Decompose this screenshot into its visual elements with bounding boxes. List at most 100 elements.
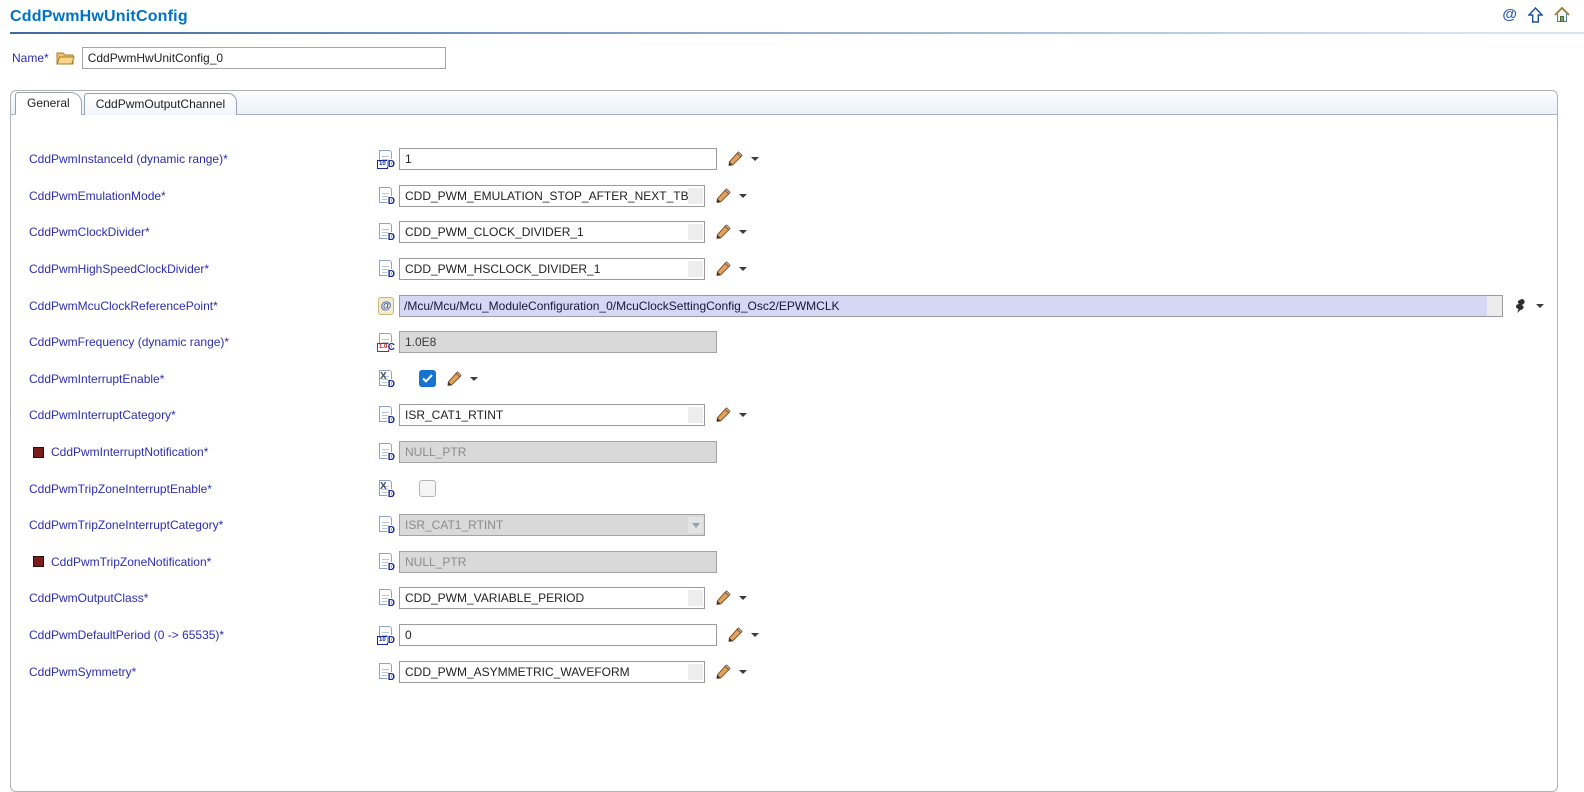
- config-row-cdd-pwm-interrupt-enable: CddPwmInterruptEnable*XD: [11, 361, 1557, 398]
- edit-pencil-icon[interactable]: [715, 664, 731, 680]
- navigate-up-icon[interactable]: [1528, 7, 1543, 23]
- combo-drop-button[interactable]: [688, 590, 703, 606]
- enum-type-icon: D: [378, 589, 394, 607]
- param-label-cell: CddPwmInterruptNotification*: [29, 445, 378, 459]
- edit-pencil-icon[interactable]: [715, 188, 731, 204]
- edit-pencil-icon[interactable]: [727, 627, 743, 643]
- cdd-pwm-instance-id-input[interactable]: [399, 148, 717, 170]
- dropdown-caret-icon[interactable]: [739, 670, 747, 674]
- param-control: /Mcu/Mcu/Mcu_ModuleConfiguration_0/McuCl…: [399, 295, 1503, 317]
- param-label-cell: CddPwmInterruptEnable*: [29, 372, 378, 386]
- combo-drop-button: [688, 517, 703, 533]
- param-label: CddPwmHighSpeedClockDivider*: [29, 262, 209, 276]
- combo-drop-button[interactable]: [688, 407, 703, 423]
- param-actions: [715, 590, 747, 606]
- integer-type-icon: 10D: [378, 626, 394, 644]
- name-label: Name*: [12, 51, 49, 65]
- config-row-cdd-pwm-high-speed-clock-divider: CddPwmHighSpeedClockDivider*DCDD_PWM_HSC…: [11, 251, 1557, 288]
- param-label: CddPwmClockDivider*: [29, 225, 150, 239]
- error-marker-icon: [33, 556, 44, 567]
- param-label-cell: CddPwmFrequency (dynamic range)*: [29, 335, 378, 349]
- combo-drop-button[interactable]: [688, 224, 703, 240]
- param-control: [399, 148, 717, 170]
- dropdown-caret-icon[interactable]: [1536, 304, 1544, 308]
- home-icon[interactable]: [1554, 7, 1570, 23]
- config-row-cdd-pwm-trip-zone-notification: CddPwmTripZoneNotification*D: [11, 544, 1557, 581]
- cdd-pwm-clock-divider-combo[interactable]: CDD_PWM_CLOCK_DIVIDER_1: [399, 221, 705, 243]
- param-label: CddPwmInterruptCategory*: [29, 408, 176, 422]
- cdd-pwm-interrupt-category-combo[interactable]: ISR_CAT1_RTINT: [399, 404, 705, 426]
- param-label: CddPwmOutputClass*: [29, 591, 148, 605]
- cdd-pwm-emulation-mode-combo[interactable]: CDD_PWM_EMULATION_STOP_AFTER_NEXT_TB: [399, 185, 705, 207]
- cdd-pwm-interrupt-enable-checkbox[interactable]: [419, 370, 436, 387]
- param-label-cell: CddPwmClockDivider*: [29, 225, 378, 239]
- param-control: CDD_PWM_EMULATION_STOP_AFTER_NEXT_TB: [399, 185, 705, 207]
- name-input[interactable]: [82, 47, 446, 69]
- param-control: [399, 480, 436, 497]
- combo-drop-button[interactable]: [688, 664, 703, 680]
- reference-path: /Mcu/Mcu/Mcu_ModuleConfiguration_0/McuCl…: [400, 296, 1487, 316]
- dropdown-caret-icon[interactable]: [739, 596, 747, 600]
- param-control: [399, 441, 717, 463]
- dropdown-caret-icon[interactable]: [739, 413, 747, 417]
- edit-pencil-icon[interactable]: [446, 371, 462, 387]
- folder-icon: [56, 51, 75, 65]
- reference-picker-icon[interactable]: [1513, 298, 1528, 314]
- config-row-cdd-pwm-emulation-mode: CddPwmEmulationMode*DCDD_PWM_EMULATION_S…: [11, 178, 1557, 215]
- edit-pencil-icon[interactable]: [715, 407, 731, 423]
- param-control: [399, 551, 717, 573]
- config-row-cdd-pwm-mcu-clock-reference-point: CddPwmMcuClockReferencePoint* @ /Mcu/Mcu/M…: [11, 287, 1557, 324]
- cdd-pwm-output-class-combo[interactable]: CDD_PWM_VARIABLE_PERIOD: [399, 587, 705, 609]
- dropdown-caret-icon[interactable]: [751, 157, 759, 161]
- at-icon[interactable]: @: [1502, 6, 1517, 23]
- dropdown-caret-icon[interactable]: [739, 230, 747, 234]
- combo-drop-button[interactable]: [688, 261, 703, 277]
- config-row-cdd-pwm-interrupt-category: CddPwmInterruptCategory* D ISR_CAT1_RTINT: [11, 397, 1557, 434]
- param-label-cell: CddPwmSymmetry*: [29, 665, 378, 679]
- cdd-pwm-trip-zone-interrupt-enable-checkbox[interactable]: [419, 480, 436, 497]
- param-label-cell: CddPwmInterruptCategory*: [29, 408, 378, 422]
- edit-pencil-icon[interactable]: [715, 224, 731, 240]
- param-label: CddPwmInterruptNotification*: [51, 445, 208, 459]
- tab-general[interactable]: General: [15, 92, 82, 115]
- tab-cddpwmoutputchannel[interactable]: CddPwmOutputChannel: [84, 93, 237, 115]
- param-control: ISR_CAT1_RTINT: [399, 514, 705, 536]
- cdd-pwm-mcu-clock-reference-point-reference-input[interactable]: /Mcu/Mcu/Mcu_ModuleConfiguration_0/McuCl…: [399, 295, 1503, 317]
- edit-pencil-icon[interactable]: [727, 151, 743, 167]
- param-label-cell: CddPwmInstanceId (dynamic range)*: [29, 152, 378, 166]
- cdd-pwm-default-period-input[interactable]: [399, 624, 717, 646]
- edit-pencil-icon[interactable]: [715, 590, 731, 606]
- enum-type-icon: D: [378, 406, 394, 424]
- dropdown-caret-icon[interactable]: [470, 377, 478, 381]
- tab-strip: GeneralCddPwmOutputChannel: [11, 91, 1557, 115]
- combo-value: CDD_PWM_ASYMMETRIC_WAVEFORM: [400, 665, 630, 679]
- edit-pencil-icon[interactable]: [715, 261, 731, 277]
- reference-field-end: [1487, 296, 1502, 316]
- combo-drop-button[interactable]: [688, 188, 703, 204]
- param-label: CddPwmTripZoneInterruptCategory*: [29, 518, 223, 532]
- param-actions: [715, 261, 747, 277]
- cdd-pwm-high-speed-clock-divider-combo[interactable]: CDD_PWM_HSCLOCK_DIVIDER_1: [399, 258, 705, 280]
- cdd-pwm-symmetry-combo[interactable]: CDD_PWM_ASYMMETRIC_WAVEFORM: [399, 661, 705, 683]
- param-control: CDD_PWM_HSCLOCK_DIVIDER_1: [399, 258, 705, 280]
- cdd-pwm-frequency-input: [399, 331, 717, 353]
- enum-type-icon: D: [378, 663, 394, 681]
- param-label-cell: CddPwmOutputClass*: [29, 591, 378, 605]
- boolean-type-icon: XD: [378, 370, 394, 388]
- dropdown-caret-icon[interactable]: [739, 194, 747, 198]
- param-control: CDD_PWM_CLOCK_DIVIDER_1: [399, 221, 705, 243]
- reference-type-icon: @: [378, 297, 394, 315]
- param-label-cell: CddPwmHighSpeedClockDivider*: [29, 262, 378, 276]
- config-row-cdd-pwm-frequency: CddPwmFrequency (dynamic range)*1.0C: [11, 324, 1557, 361]
- combo-value: CDD_PWM_VARIABLE_PERIOD: [400, 591, 584, 605]
- param-label: CddPwmMcuClockReferencePoint*: [29, 299, 218, 313]
- check-icon: [422, 374, 433, 383]
- param-actions: [715, 188, 747, 204]
- config-row-cdd-pwm-trip-zone-interrupt-enable: CddPwmTripZoneInterruptEnable*XD: [11, 470, 1557, 507]
- config-row-cdd-pwm-symmetry: CddPwmSymmetry*D CDD_PWM_ASYMMETRIC_WAVEF…: [11, 653, 1557, 690]
- dropdown-caret-icon[interactable]: [739, 267, 747, 271]
- param-label: CddPwmInstanceId (dynamic range)*: [29, 152, 228, 166]
- title-separator: [10, 32, 1584, 34]
- param-label-cell: CddPwmDefaultPeriod (0 -> 65535)*: [29, 628, 378, 642]
- dropdown-caret-icon[interactable]: [751, 633, 759, 637]
